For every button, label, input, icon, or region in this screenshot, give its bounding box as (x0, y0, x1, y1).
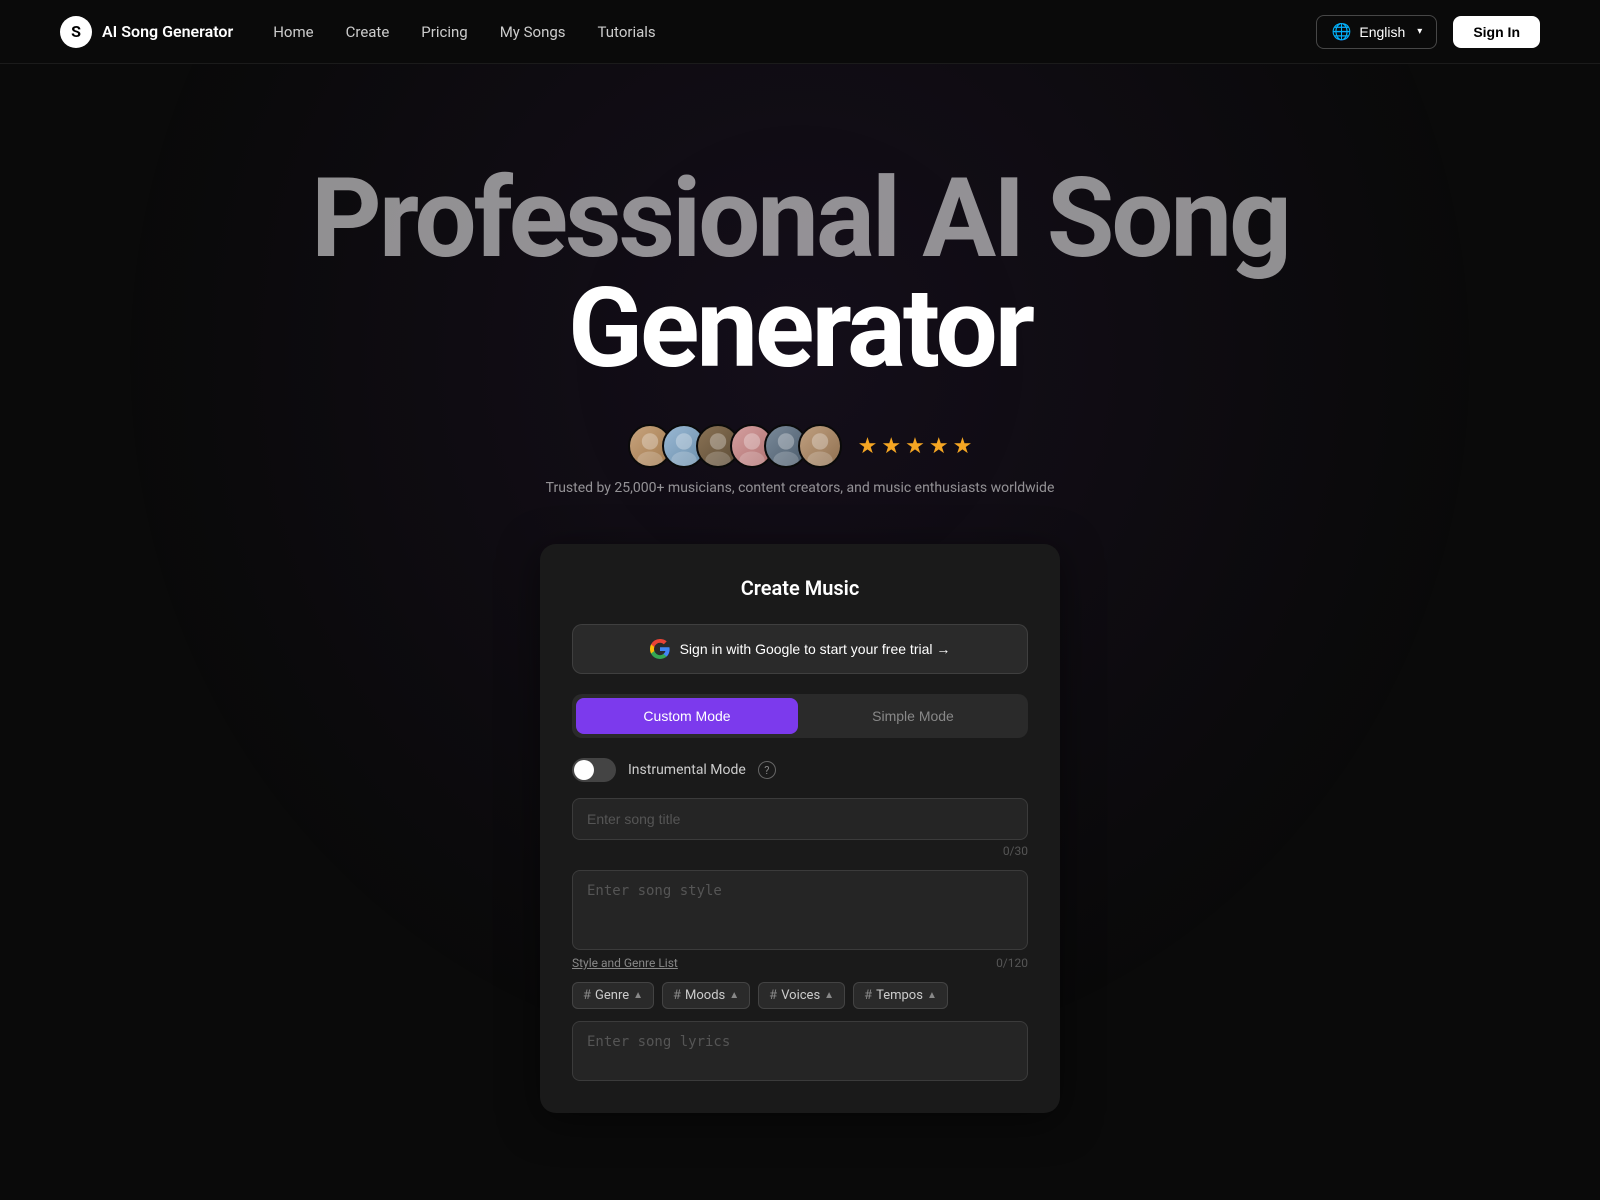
create-card-title: Create Music (572, 576, 1028, 600)
chevron-down-icon: ▾ (1417, 26, 1422, 37)
instrumental-label: Instrumental Mode (628, 762, 746, 778)
avatar (798, 424, 842, 468)
tag-chips: # Genre ▲ # Moods ▲ # Voices ▲ # Tempos (572, 982, 1028, 1009)
sign-in-button[interactable]: Sign In (1453, 16, 1540, 48)
simple-mode-button[interactable]: Simple Mode (802, 698, 1024, 734)
trusted-text: Trusted by 25,000+ musicians, content cr… (0, 480, 1600, 496)
nav-pricing[interactable]: Pricing (421, 23, 467, 41)
lyrics-textarea[interactable] (572, 1021, 1028, 1081)
language-label: English (1359, 24, 1405, 40)
mode-toggle: Custom Mode Simple Mode (572, 694, 1028, 738)
logo[interactable]: S AI Song Generator (60, 16, 233, 48)
google-signin-button[interactable]: Sign in with Google to start your free t… (572, 624, 1028, 674)
tempos-chip-label: Tempos (876, 988, 923, 1003)
google-signin-label: Sign in with Google to start your free t… (680, 641, 951, 657)
nav-links: Home Create Pricing My Songs Tutorials (273, 22, 655, 41)
globe-icon: 🌐 (1331, 22, 1351, 42)
style-footer: Style and Genre List 0/120 (572, 956, 1028, 970)
genre-chevron-icon: ▲ (633, 990, 643, 1001)
star-4: ★ (929, 434, 949, 459)
moods-chip-label: Moods (685, 988, 725, 1003)
tempos-chevron-icon: ▲ (927, 990, 937, 1001)
logo-text: AI Song Generator (102, 22, 233, 41)
toggle-thumb (574, 760, 594, 780)
nav-create[interactable]: Create (346, 23, 390, 41)
navbar: S AI Song Generator Home Create Pricing … (0, 0, 1600, 64)
voices-chevron-icon: ▲ (824, 990, 834, 1001)
tempos-chip[interactable]: # Tempos ▲ (853, 982, 948, 1009)
nav-home[interactable]: Home (273, 23, 313, 41)
hero-title: Professional AI Song Generator (0, 164, 1600, 384)
star-5: ★ (953, 434, 973, 459)
song-title-input[interactable] (572, 798, 1028, 840)
instrumental-row: Instrumental Mode ? (572, 758, 1028, 782)
voices-chip[interactable]: # Voices ▲ (758, 982, 845, 1009)
star-1: ★ (858, 434, 878, 459)
avatar-group (628, 424, 842, 468)
star-rating: ★ ★ ★ ★ ★ (858, 434, 973, 459)
hero-title-line2: Generator (0, 274, 1600, 384)
genre-chip[interactable]: # Genre ▲ (572, 982, 654, 1009)
moods-chevron-icon: ▲ (729, 990, 739, 1001)
nav-my-songs[interactable]: My Songs (500, 23, 566, 41)
create-music-card: Create Music Sign in with Google to star… (540, 544, 1060, 1113)
star-3: ★ (905, 434, 925, 459)
logo-icon: S (60, 16, 92, 48)
style-genre-link[interactable]: Style and Genre List (572, 956, 678, 970)
song-style-char-count: 0/120 (996, 956, 1028, 970)
song-style-textarea[interactable] (572, 870, 1028, 950)
language-selector[interactable]: 🌐 English ▾ (1316, 15, 1437, 49)
google-logo-icon (650, 639, 670, 659)
hero-section: Professional AI Song Generator (0, 64, 1600, 1173)
nav-right: 🌐 English ▾ Sign In (1316, 15, 1540, 49)
star-2: ★ (881, 434, 901, 459)
social-proof: ★ ★ ★ ★ ★ (0, 424, 1600, 468)
custom-mode-button[interactable]: Custom Mode (576, 698, 798, 734)
help-icon[interactable]: ? (758, 761, 776, 779)
voices-chip-label: Voices (781, 988, 820, 1003)
nav-tutorials[interactable]: Tutorials (598, 23, 656, 41)
song-title-char-count: 0/30 (572, 844, 1028, 858)
instrumental-toggle[interactable] (572, 758, 616, 782)
genre-chip-label: Genre (595, 988, 629, 1003)
moods-chip[interactable]: # Moods ▲ (662, 982, 750, 1009)
hero-title-line1: Professional AI Song (0, 164, 1600, 274)
